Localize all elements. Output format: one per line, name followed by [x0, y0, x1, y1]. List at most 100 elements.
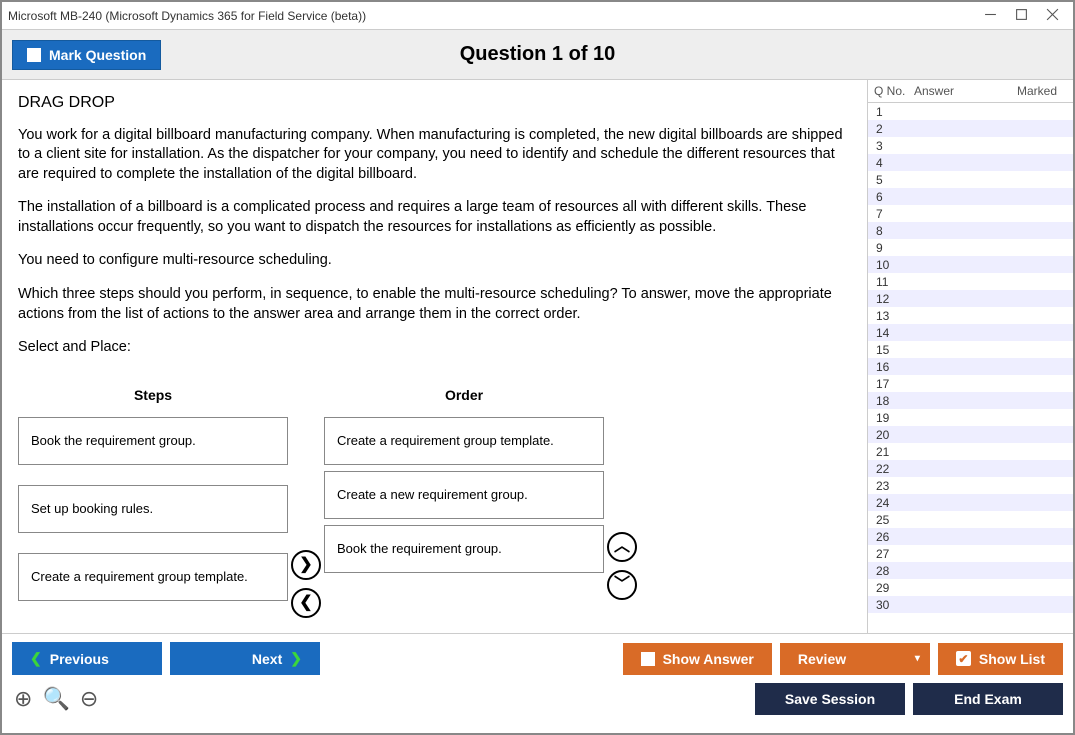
question-row[interactable]: 15 — [868, 341, 1073, 358]
question-number: 4 — [876, 156, 908, 170]
steps-header: Steps — [18, 386, 288, 405]
step-card[interactable]: Set up booking rules. — [18, 485, 288, 533]
question-number: 20 — [876, 428, 908, 442]
sidebar-header: Q No. Answer Marked — [868, 80, 1073, 103]
question-row[interactable]: 1 — [868, 103, 1073, 120]
show-answer-button[interactable]: Show Answer — [623, 643, 772, 675]
question-row[interactable]: 12 — [868, 290, 1073, 307]
zoom-reset-icon[interactable]: 🔍 — [42, 686, 69, 712]
previous-label: Previous — [50, 651, 109, 667]
previous-button[interactable]: ❮ Previous — [12, 642, 162, 675]
minimize-icon[interactable] — [984, 8, 997, 24]
question-row[interactable]: 9 — [868, 239, 1073, 256]
order-card[interactable]: Book the requirement group. — [324, 525, 604, 573]
col-answer: Answer — [914, 84, 1017, 98]
order-card[interactable]: Create a new requirement group. — [324, 471, 604, 519]
titlebar: Microsoft MB-240 (Microsoft Dynamics 365… — [2, 2, 1073, 30]
question-number: 29 — [876, 581, 908, 595]
drag-drop-area: Steps Book the requirement group. Set up… — [18, 386, 851, 621]
question-number: 24 — [876, 496, 908, 510]
save-session-button[interactable]: Save Session — [755, 683, 905, 715]
question-number: 6 — [876, 190, 908, 204]
steps-column: Steps Book the requirement group. Set up… — [18, 386, 288, 621]
col-marked: Marked — [1017, 84, 1067, 98]
question-row[interactable]: 27 — [868, 545, 1073, 562]
question-row[interactable]: 14 — [868, 324, 1073, 341]
question-paragraph: You need to configure multi-resource sch… — [18, 251, 851, 271]
question-row[interactable]: 21 — [868, 443, 1073, 460]
question-number: 16 — [876, 360, 908, 374]
question-number: 14 — [876, 326, 908, 340]
question-row[interactable]: 18 — [868, 392, 1073, 409]
zoom-out-icon[interactable]: ⊖ — [80, 686, 98, 712]
review-dropdown[interactable]: Review — [780, 643, 930, 675]
move-up-icon[interactable]: ︿ — [607, 532, 637, 562]
move-buttons: ❯ ❮ — [288, 386, 324, 618]
question-row[interactable]: 7 — [868, 205, 1073, 222]
question-row[interactable]: 3 — [868, 137, 1073, 154]
question-row[interactable]: 4 — [868, 154, 1073, 171]
question-number: 19 — [876, 411, 908, 425]
question-list[interactable]: 1234567891011121314151617181920212223242… — [868, 103, 1073, 633]
zoom-in-icon[interactable]: ⊕ — [14, 686, 32, 712]
save-session-label: Save Session — [785, 691, 875, 707]
show-list-button[interactable]: ✔ Show List — [938, 643, 1063, 675]
move-left-icon[interactable]: ❮ — [291, 588, 321, 618]
question-row[interactable]: 20 — [868, 426, 1073, 443]
checkbox-icon — [641, 652, 655, 666]
question-number: 1 — [876, 105, 908, 119]
question-row[interactable]: 16 — [868, 358, 1073, 375]
question-row[interactable]: 17 — [868, 375, 1073, 392]
question-row[interactable]: 22 — [868, 460, 1073, 477]
question-row[interactable]: 25 — [868, 511, 1073, 528]
question-paragraph: Which three steps should you perform, in… — [18, 285, 851, 324]
question-row[interactable]: 29 — [868, 579, 1073, 596]
chevron-left-icon: ❮ — [30, 650, 42, 667]
question-row[interactable]: 10 — [868, 256, 1073, 273]
step-card[interactable]: Create a requirement group template. — [18, 553, 288, 601]
question-paragraph: You work for a digital billboard manufac… — [18, 126, 851, 185]
maximize-icon[interactable] — [1015, 8, 1028, 24]
question-row[interactable]: 8 — [868, 222, 1073, 239]
question-number: 8 — [876, 224, 908, 238]
question-row[interactable]: 30 — [868, 596, 1073, 613]
main-area: DRAG DROP You work for a digital billboa… — [2, 80, 1073, 633]
mark-question-button[interactable]: Mark Question — [12, 40, 161, 70]
question-row[interactable]: 6 — [868, 188, 1073, 205]
question-row[interactable]: 11 — [868, 273, 1073, 290]
question-row[interactable]: 28 — [868, 562, 1073, 579]
order-card[interactable]: Create a requirement group template. — [324, 417, 604, 465]
question-row[interactable]: 13 — [868, 307, 1073, 324]
question-row[interactable]: 26 — [868, 528, 1073, 545]
show-list-label: Show List — [979, 651, 1045, 667]
question-list-sidebar: Q No. Answer Marked 12345678910111213141… — [868, 80, 1073, 633]
chevron-right-icon: ❯ — [290, 650, 302, 667]
question-counter: Question 1 of 10 — [460, 43, 616, 66]
order-column: Order Create a requirement group templat… — [324, 386, 604, 579]
question-number: 28 — [876, 564, 908, 578]
question-number: 21 — [876, 445, 908, 459]
question-row[interactable]: 2 — [868, 120, 1073, 137]
question-number: 2 — [876, 122, 908, 136]
col-qno: Q No. — [874, 84, 914, 98]
step-card[interactable]: Book the requirement group. — [18, 417, 288, 465]
question-row[interactable]: 19 — [868, 409, 1073, 426]
question-number: 30 — [876, 598, 908, 612]
question-number: 7 — [876, 207, 908, 221]
end-exam-button[interactable]: End Exam — [913, 683, 1063, 715]
app-window: Microsoft MB-240 (Microsoft Dynamics 365… — [0, 0, 1075, 735]
next-button[interactable]: Next ❯ — [170, 642, 320, 675]
question-row[interactable]: 23 — [868, 477, 1073, 494]
question-number: 25 — [876, 513, 908, 527]
question-row[interactable]: 24 — [868, 494, 1073, 511]
question-number: 27 — [876, 547, 908, 561]
move-right-icon[interactable]: ❯ — [291, 550, 321, 580]
question-row[interactable]: 5 — [868, 171, 1073, 188]
next-label: Next — [252, 651, 282, 667]
check-icon: ✔ — [956, 651, 971, 666]
reorder-buttons: ︿ ﹀ — [604, 386, 640, 600]
close-icon[interactable] — [1046, 8, 1059, 24]
move-down-icon[interactable]: ﹀ — [607, 570, 637, 600]
question-content[interactable]: DRAG DROP You work for a digital billboa… — [2, 80, 868, 633]
question-number: 17 — [876, 377, 908, 391]
